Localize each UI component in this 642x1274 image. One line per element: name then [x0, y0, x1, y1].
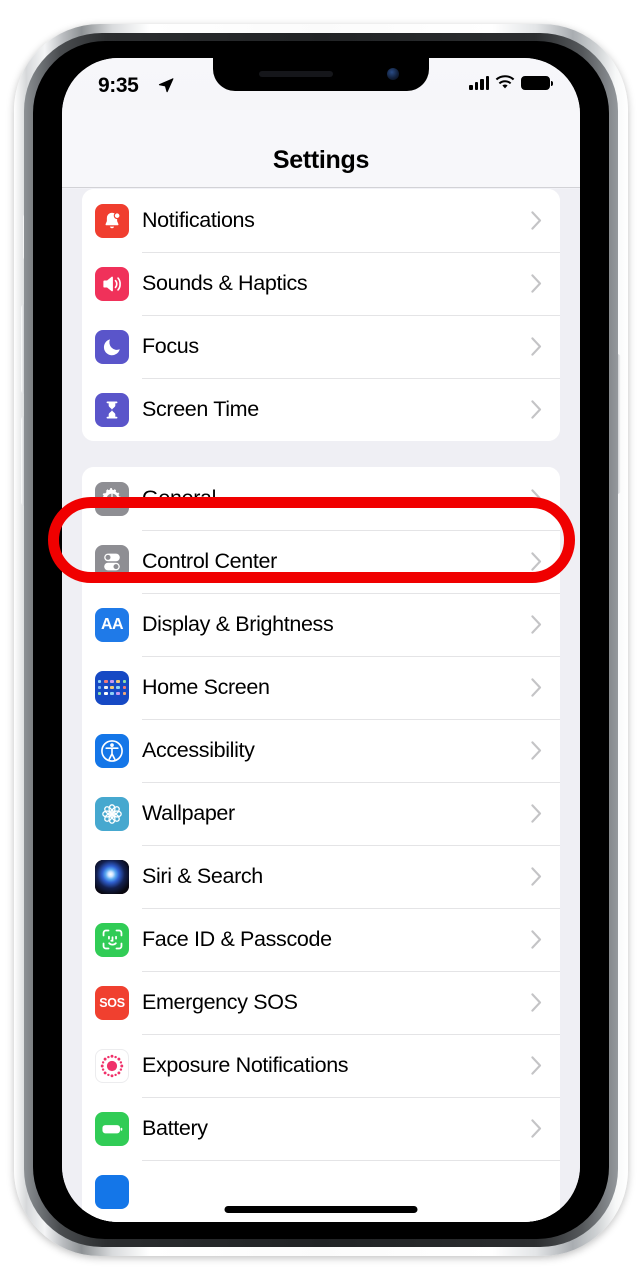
- front-camera-icon: [387, 68, 399, 80]
- exposure-dots-icon: [95, 1048, 129, 1083]
- aa-glyph: AA: [100, 615, 124, 633]
- chevron-right-icon: [531, 400, 542, 419]
- app-grid-icon: [95, 670, 129, 705]
- settings-row-screen-time[interactable]: Screen Time: [82, 378, 560, 441]
- settings-row-label: Focus: [142, 334, 199, 358]
- settings-row-home-screen[interactable]: Home Screen: [82, 656, 560, 719]
- settings-row-label: Siri & Search: [142, 864, 263, 888]
- chevron-right-icon: [531, 489, 542, 508]
- chevron-right-icon: [531, 804, 542, 823]
- settings-row-sounds-haptics[interactable]: Sounds & Haptics: [82, 252, 560, 315]
- location-arrow-icon: [158, 78, 174, 93]
- gear-icon: [95, 481, 129, 516]
- settings-row-battery[interactable]: Battery: [82, 1097, 560, 1160]
- settings-row-label: Control Center: [142, 549, 277, 573]
- settings-row-focus[interactable]: Focus: [82, 315, 560, 378]
- settings-group-1: Notifications Sounds & Haptics Focus Scr…: [82, 189, 560, 441]
- settings-row-label: Emergency SOS: [142, 990, 298, 1014]
- settings-row-face-id-passcode[interactable]: Face ID & Passcode: [82, 908, 560, 971]
- status-time: 9:35: [98, 74, 139, 97]
- settings-row-label: Battery: [142, 1116, 208, 1140]
- settings-row-general[interactable]: General: [82, 467, 560, 530]
- chevron-right-icon: [531, 211, 542, 230]
- battery-icon: [95, 1111, 129, 1146]
- flower-wallpaper-icon: [95, 796, 129, 831]
- settings-row-exposure-notifications[interactable]: Exposure Notifications: [82, 1034, 560, 1097]
- settings-row-label: General: [142, 486, 217, 510]
- sos-icon: SOS: [95, 985, 129, 1020]
- status-indicators: [469, 75, 553, 90]
- cellular-bars-icon: [469, 75, 489, 90]
- bell-badge-icon: [95, 203, 129, 238]
- home-indicator[interactable]: [224, 1206, 418, 1213]
- settings-list[interactable]: Notifications Sounds & Haptics Focus Scr…: [62, 189, 580, 1222]
- page-title: Settings: [272, 146, 370, 174]
- settings-row-label: Accessibility: [142, 738, 255, 762]
- hourglass-icon: [95, 392, 129, 427]
- partial-app-icon: [95, 1174, 129, 1209]
- settings-row-siri-search[interactable]: Siri & Search: [82, 845, 560, 908]
- chevron-right-icon: [531, 930, 542, 949]
- siri-orb-icon: [95, 859, 129, 894]
- notch: [213, 58, 429, 91]
- face-id-icon: [95, 922, 129, 957]
- settings-row-accessibility[interactable]: Accessibility: [82, 719, 560, 782]
- siri-orb-gradient: [95, 859, 129, 894]
- settings-row-control-center[interactable]: Control Center: [82, 530, 560, 593]
- app-grid-dots: [97, 679, 127, 696]
- phone-screen: 9:35 Settings Notifications Sounds & Hap…: [62, 58, 580, 1222]
- settings-row-label: Screen Time: [142, 397, 259, 421]
- settings-row-notifications[interactable]: Notifications: [82, 189, 560, 252]
- aa-text-size-icon: AA: [95, 607, 129, 642]
- chevron-right-icon: [531, 678, 542, 697]
- chevron-right-icon: [531, 274, 542, 293]
- chevron-right-icon: [531, 615, 542, 634]
- toggles-icon: [95, 544, 129, 579]
- chevron-right-icon: [531, 1119, 542, 1138]
- settings-row-label: Sounds & Haptics: [142, 271, 308, 295]
- earpiece-speaker-icon: [259, 71, 333, 77]
- sos-glyph: SOS: [99, 995, 125, 1010]
- settings-row-label: Face ID & Passcode: [142, 927, 332, 951]
- battery-full-icon: [521, 75, 553, 90]
- settings-row-label: Notifications: [142, 208, 255, 232]
- settings-row-label: Wallpaper: [142, 801, 235, 825]
- chevron-right-icon: [531, 867, 542, 886]
- chevron-right-icon: [531, 552, 542, 571]
- settings-row-label: Home Screen: [142, 675, 270, 699]
- chevron-right-icon: [531, 1056, 542, 1075]
- settings-row-emergency-sos[interactable]: SOS Emergency SOS: [82, 971, 560, 1034]
- accessibility-icon: [95, 733, 129, 768]
- speaker-waves-icon: [95, 266, 129, 301]
- settings-row-wallpaper[interactable]: Wallpaper: [82, 782, 560, 845]
- screenshot-stage: 9:35 Settings Notifications Sounds & Hap…: [0, 0, 642, 1274]
- moon-icon: [95, 329, 129, 364]
- wifi-icon: [495, 75, 515, 89]
- chevron-right-icon: [531, 337, 542, 356]
- settings-row-label: Display & Brightness: [142, 612, 334, 636]
- settings-row-display-brightness[interactable]: AA Display & Brightness: [82, 593, 560, 656]
- chevron-right-icon: [531, 741, 542, 760]
- navigation-bar: Settings: [62, 110, 580, 188]
- chevron-right-icon: [531, 993, 542, 1012]
- settings-group-2: General Control Center AA Display & Brig…: [82, 467, 560, 1222]
- settings-row-label: Exposure Notifications: [142, 1053, 349, 1077]
